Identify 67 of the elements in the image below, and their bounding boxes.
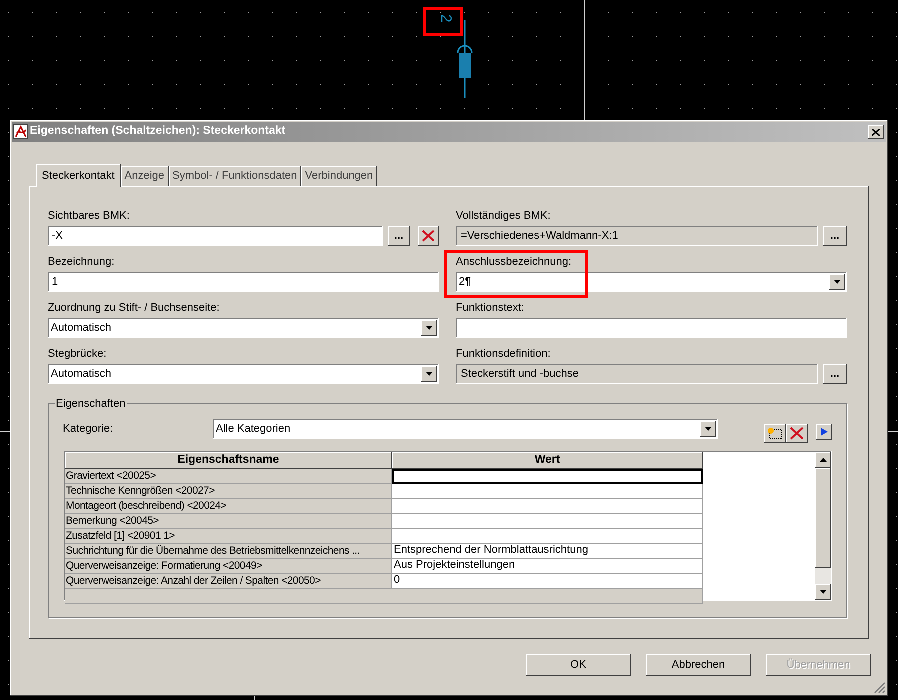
table-cell: Querverweisanzeige: Anzahl der Zeilen / Spalten <20050> bbox=[65, 574, 392, 589]
tab[interactable]: Steckerkontakt bbox=[36, 164, 121, 187]
table-cell[interactable] bbox=[392, 484, 703, 499]
clear-button[interactable] bbox=[418, 226, 439, 246]
column-header[interactable]: Eigenschaftsname bbox=[65, 452, 392, 469]
input-field[interactable]: 1 bbox=[48, 272, 439, 292]
browse-button[interactable]: ... bbox=[823, 226, 847, 246]
app-icon bbox=[13, 124, 29, 140]
dropdown-arrow-icon bbox=[834, 280, 840, 284]
category-dropdown[interactable]: Alle Kategorien bbox=[213, 419, 718, 439]
dropdown-arrow-icon bbox=[704, 427, 712, 431]
new-item-icon bbox=[767, 426, 783, 440]
pin-label: 2 bbox=[438, 14, 454, 23]
dropdown-field[interactable]: Automatisch bbox=[48, 364, 439, 384]
tab[interactable]: Anzeige bbox=[120, 166, 169, 186]
table-cell: Graviertext <20025> bbox=[65, 469, 392, 484]
dialog-button[interactable]: Abbrechen bbox=[646, 654, 751, 676]
category-label: Kategorie: bbox=[63, 422, 114, 437]
window-title: Eigenschaften (Schaltzeichen): Steckerkontakt bbox=[30, 124, 287, 140]
expand-button[interactable] bbox=[816, 424, 832, 440]
table-cell[interactable] bbox=[392, 529, 703, 544]
close-icon bbox=[872, 128, 880, 136]
new-property-button[interactable] bbox=[764, 424, 786, 442]
play-arrow-icon bbox=[820, 428, 828, 436]
dropdown-field[interactable]: Automatisch bbox=[48, 318, 439, 338]
column-header[interactable]: Wert bbox=[392, 452, 703, 469]
browse-button[interactable]: ... bbox=[388, 226, 410, 246]
field-label: Vollständiges BMK: bbox=[456, 209, 552, 224]
table-cell[interactable] bbox=[392, 499, 703, 514]
scroll-up-icon bbox=[820, 458, 826, 462]
table-cell: Zusatzfeld [1] <20901 1> bbox=[65, 529, 392, 544]
browse-button[interactable]: ... bbox=[823, 364, 847, 384]
delete-icon bbox=[422, 230, 435, 242]
delete-icon bbox=[790, 426, 804, 440]
input-field[interactable] bbox=[456, 318, 847, 338]
field-label: Zuordnung zu Stift- / Buchsenseite: bbox=[48, 301, 221, 316]
field-label: Funktionsdefinition: bbox=[456, 347, 552, 362]
tab[interactable]: Symbol- / Funktionsdaten bbox=[168, 166, 302, 186]
readonly-field: Steckerstift und -buchse bbox=[456, 364, 818, 384]
field-label: Sichtbares BMK: bbox=[48, 209, 131, 224]
dropdown-arrow-icon bbox=[426, 326, 432, 330]
table-cell: Bemerkung <20045> bbox=[65, 514, 392, 529]
table-cell: Querverweisanzeige: Formatierung <20049> bbox=[65, 559, 392, 574]
readonly-field: =Verschiedenes+Waldmann-X:1 bbox=[456, 226, 818, 246]
field-label: Funktionstext: bbox=[456, 301, 526, 316]
dropdown-field[interactable]: 2¶ bbox=[456, 272, 847, 292]
vertical-scrollbar[interactable] bbox=[815, 452, 831, 600]
dropdown-arrow-icon bbox=[426, 372, 432, 376]
scroll-down-icon bbox=[820, 590, 826, 594]
table-cell[interactable] bbox=[392, 514, 703, 529]
close-button[interactable] bbox=[868, 125, 884, 139]
delete-property-button[interactable] bbox=[786, 424, 808, 442]
resize-grip-icon[interactable] bbox=[874, 682, 886, 694]
input-field[interactable]: -X bbox=[48, 226, 383, 246]
table-cell[interactable]: Entsprechend der Normblattausrichtung bbox=[392, 544, 703, 559]
field-label: Anschlussbezeichnung: bbox=[456, 255, 573, 270]
tab[interactable]: Verbindungen bbox=[301, 166, 378, 186]
table-cell: Technische Kenngrößen <20027> bbox=[65, 484, 392, 499]
table-cell[interactable] bbox=[392, 469, 703, 484]
dialog-button[interactable]: OK bbox=[526, 654, 631, 676]
field-label: Bezeichnung: bbox=[48, 255, 116, 270]
group-title: Eigenschaften bbox=[55, 396, 127, 412]
table-cell: Suchrichtung für die Übernahme des Betriebsmittelkennzeichens ... bbox=[65, 544, 392, 559]
table-cell: Montageort (beschreibend) <20024> bbox=[65, 499, 392, 514]
table-cell[interactable]: 0 bbox=[392, 574, 703, 589]
table-cell[interactable]: Aus Projekteinstellungen bbox=[392, 559, 703, 574]
field-label: Stegbrücke: bbox=[48, 347, 108, 362]
